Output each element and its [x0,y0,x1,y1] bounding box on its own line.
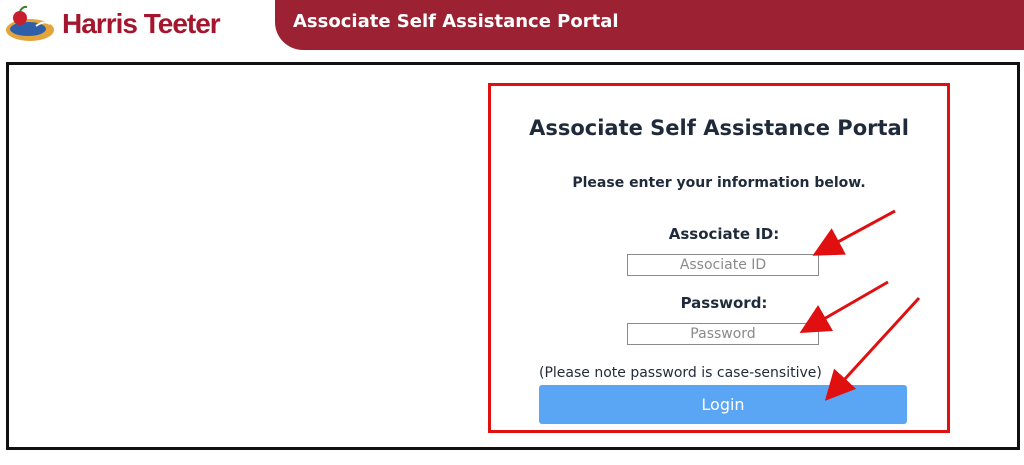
harris-teeter-logo-icon [6,5,54,41]
login-subtitle: Please enter your information below. [572,175,866,191]
login-button[interactable]: Login [539,385,907,424]
associate-id-label: Associate ID: [668,225,780,243]
login-title: Associate Self Assistance Portal [529,116,909,140]
associate-id-input[interactable] [627,254,819,276]
site-header: Harris Teeter Associate Self Assistance … [0,0,1024,52]
password-input[interactable] [627,323,819,345]
header-banner: Associate Self Assistance Portal [275,0,1024,50]
password-case-note: (Please note password is case-sensitive) [539,365,822,381]
brand-name: Harris Teeter [62,8,221,39]
login-panel: Associate Self Assistance Portal Please … [488,83,950,433]
password-label: Password: [680,294,768,312]
harris-teeter-logo[interactable]: Harris Teeter [4,4,221,44]
header-title: Associate Self Assistance Portal [293,11,619,32]
